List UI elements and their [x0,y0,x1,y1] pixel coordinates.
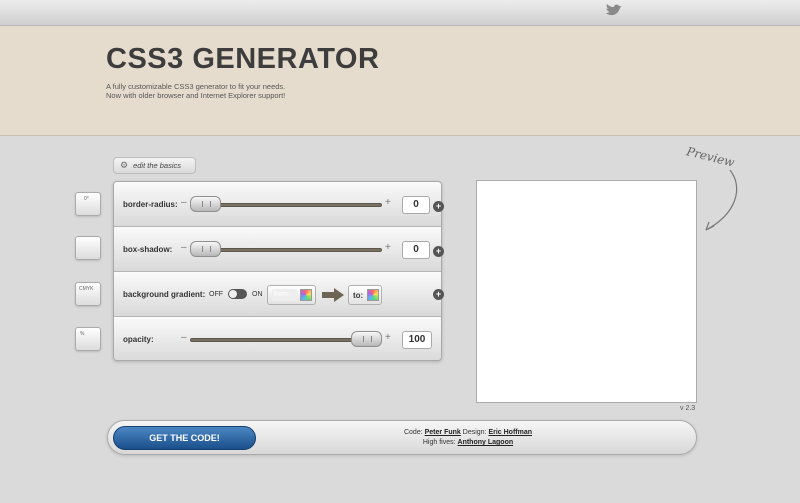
background-gradient-label: background gradient: [123,290,206,299]
footer-bar: GET THE CODE! Code: Peter Funk Design: E… [107,420,697,455]
tagline-line-1: A fully customizable CSS3 generator to f… [106,82,286,91]
gradient-expand-button[interactable]: + [433,289,444,300]
gradient-off-label: OFF [209,291,223,298]
opacity-value-input[interactable]: 100 [402,331,432,349]
opacity-icon-label: % [80,331,85,337]
border-radius-label: border-radius: [123,200,178,209]
code-author-link[interactable]: Peter Funk [425,429,461,436]
box-shadow-value-input[interactable]: 0 [402,241,430,259]
color-wheel-icon[interactable] [367,289,379,301]
design-prefix: Design: [462,429,487,436]
high-fives-author-link[interactable]: Anthony Lagoon [458,439,514,446]
gradient-from-input[interactable]: from: [272,289,297,301]
border-radius-expand-button[interactable]: + [433,201,444,212]
background-gradient-row: background gradient: OFF ON from: to: [114,272,441,317]
gear-icon: ⚙ [120,160,129,170]
border-radius-minus[interactable]: – [181,197,187,208]
gradient-icon[interactable]: CMYK [75,282,101,306]
credits: Code: Peter Funk Design: Eric Hoffman Hi… [348,428,588,448]
design-author-link[interactable]: Eric Hoffman [488,429,532,436]
opacity-icon[interactable]: % [75,327,101,351]
box-shadow-row: box-shadow: – + 0 [114,227,441,272]
border-radius-slider-thumb[interactable] [190,196,221,212]
border-radius-plus[interactable]: + [385,197,391,208]
opacity-row: opacity: – + 100 [114,317,441,360]
border-radius-icon-label: 0° [84,196,89,202]
gradient-from-picker[interactable]: from: [267,285,316,305]
opacity-label: opacity: [123,335,154,344]
border-radius-row: border-radius: – + 0 [114,182,441,227]
box-shadow-expand-button[interactable]: + [433,246,444,257]
arrow-right-icon [322,288,344,302]
twitter-bird-icon[interactable] [604,4,624,18]
tagline-line-2: Now with older browser and Internet Expl… [106,91,286,100]
box-shadow-slider-thumb[interactable] [190,241,221,257]
gradient-toggle[interactable] [228,289,247,299]
gradient-to-label: to: [353,291,364,300]
get-the-code-button[interactable]: GET THE CODE! [113,426,256,450]
border-radius-icon[interactable]: 0° [75,192,101,216]
top-bar [0,0,800,26]
gradient-icon-label: CMYK [79,286,94,292]
gradient-on-label: ON [252,291,263,298]
page-title: CSS3 GENERATOR [106,43,380,75]
edit-basics-label: edit the basics [133,161,182,170]
curved-arrow-icon [705,169,738,231]
preview-box [476,180,697,403]
version-label: v 2.3 [680,405,696,412]
header-banner: CSS3 GENERATOR A fully customizable CSS3… [0,26,800,136]
opacity-slider-thumb[interactable] [351,331,382,347]
controls-panel: border-radius: – + 0 box-shadow: – + 0 b… [113,181,442,361]
box-shadow-plus[interactable]: + [385,242,391,253]
edit-basics-button[interactable]: ⚙ edit the basics [113,157,196,174]
code-prefix: Code: [403,429,423,436]
opacity-plus[interactable]: + [385,332,391,343]
color-wheel-icon[interactable] [300,289,312,301]
box-shadow-label: box-shadow: [123,245,173,254]
gradient-to-picker[interactable]: to: [348,285,382,305]
high-fives-prefix: High fives: [422,439,456,446]
border-radius-value-input[interactable]: 0 [402,196,430,214]
box-shadow-minus[interactable]: – [181,242,187,253]
box-shadow-icon[interactable] [75,236,101,260]
opacity-minus[interactable]: – [181,332,187,343]
